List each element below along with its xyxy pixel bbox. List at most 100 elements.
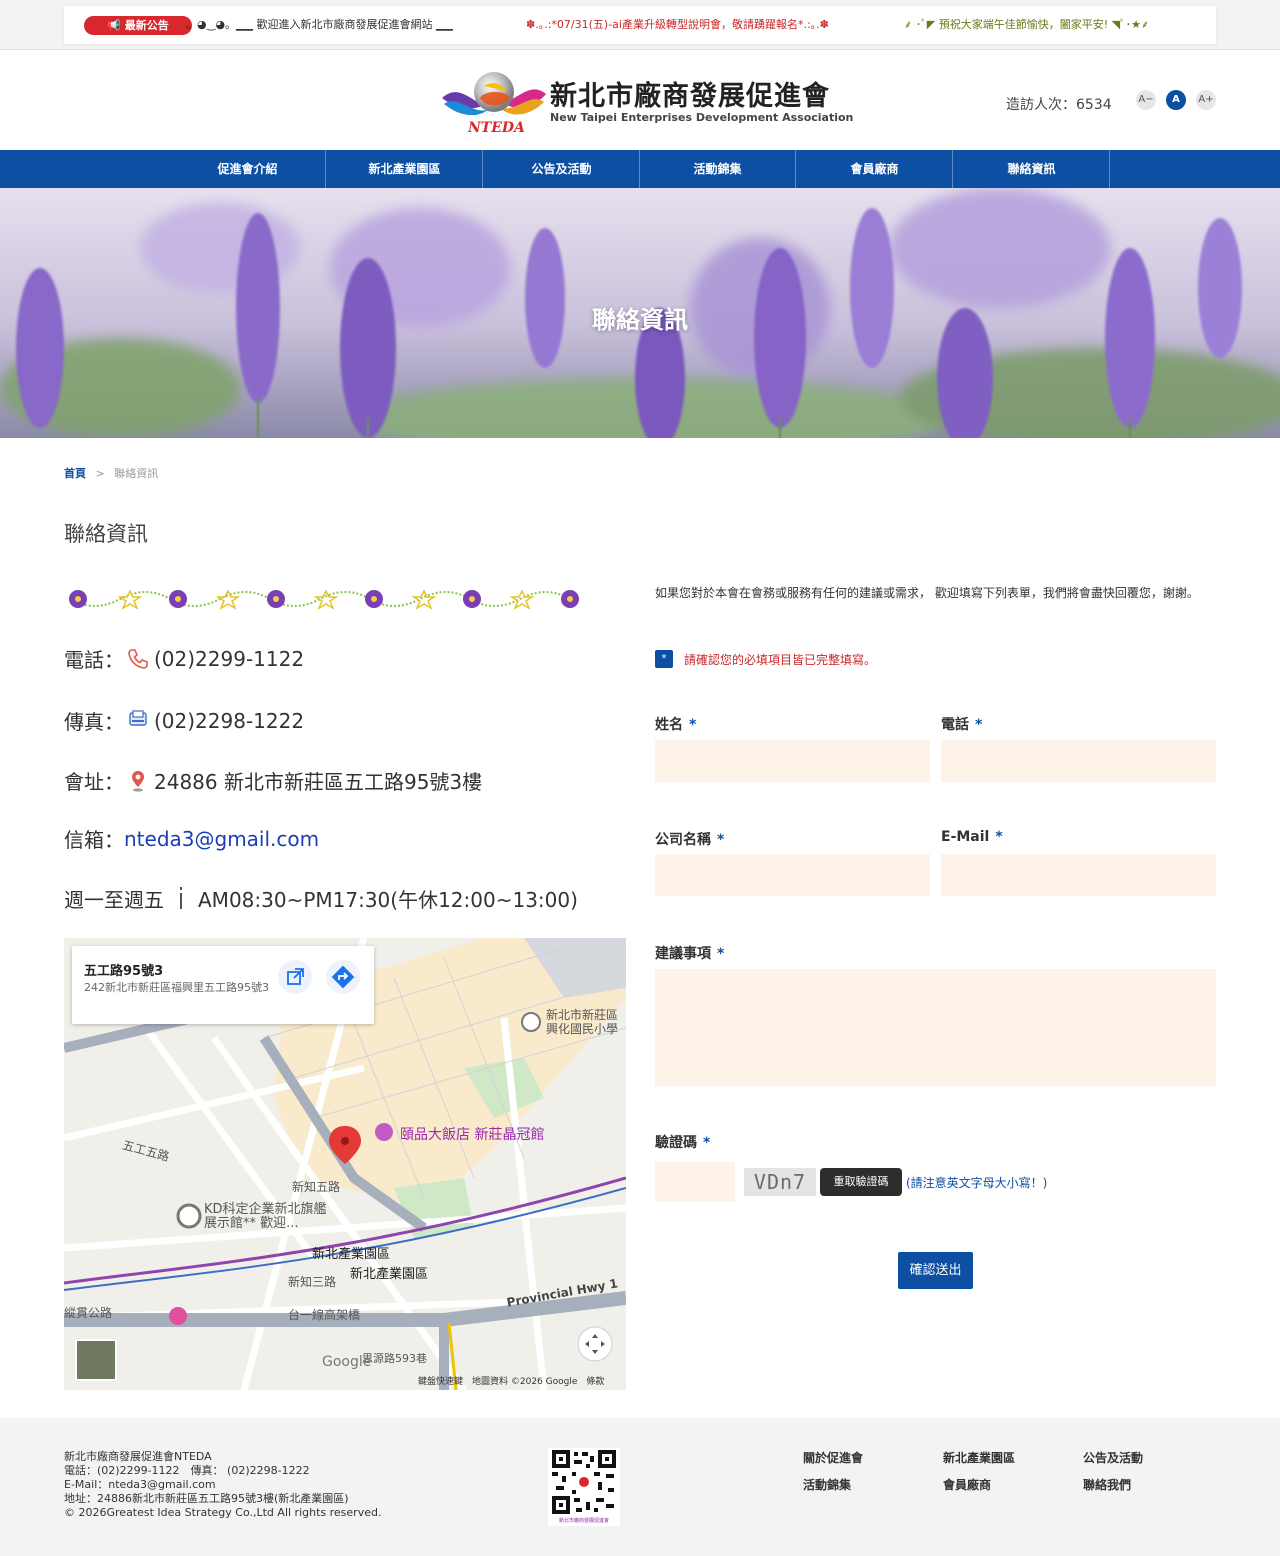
- map-pin-icon: [132, 770, 144, 792]
- qr-code-icon: [552, 1450, 616, 1514]
- address-label: 會址：: [64, 770, 124, 794]
- map-label-road: 縱貫公路: [64, 1306, 113, 1320]
- nav-item-industrial-park[interactable]: 新北產業園區: [327, 150, 483, 188]
- footer-org-name: 新北市廠商發展促進會NTEDA: [64, 1450, 212, 1463]
- banner-title: 聯絡資訊: [592, 306, 688, 334]
- breadcrumb-home-link[interactable]: 首頁: [64, 467, 86, 480]
- email-label: 信箱：: [64, 828, 124, 852]
- map-label-park: 新北產業園區: [312, 1247, 391, 1262]
- site-footer: 新北市廠商發展促進會NTEDA 電話：(02)2299-1122 傳真： (02…: [0, 1418, 1280, 1556]
- external-link-icon: [287, 968, 304, 985]
- form-intro: 如果您對於本會在會務或服務有任何的建議或需求， 歡迎填寫下列表單，我們將會盡快回…: [655, 586, 1199, 600]
- phone-input[interactable]: [941, 740, 1216, 782]
- nav-item-gallery[interactable]: 活動錦集: [640, 150, 796, 188]
- email-field-label: E-Mail *: [941, 829, 1003, 845]
- phone-label: 電話：: [64, 648, 124, 672]
- logo-emblem-icon: NTEDA: [442, 72, 546, 136]
- font-size-increase-button[interactable]: A+: [1196, 90, 1216, 110]
- name-label: 姓名 *: [655, 717, 697, 733]
- map-label-road: 新知五路: [292, 1180, 341, 1194]
- suggestion-textarea[interactable]: [655, 969, 1216, 1086]
- phone-number[interactable]: (02)2299-1122: [154, 647, 304, 671]
- announcement-item[interactable]: ✽.｡.:*07/31(五)-ai產業升級轉型說明會，敬請踴躍報名*.:｡.✽: [526, 17, 829, 33]
- site-logo[interactable]: NTEDA 新北市廠商發展促進會 New Taipei Enterprises …: [440, 64, 860, 140]
- map-label-park: 新北產業園區: [350, 1267, 429, 1282]
- map-info-card: 五工路95號3 242新北市新莊區福興里五工路95號3: [72, 946, 374, 1024]
- map-footer[interactable]: 鍵盤快速鍵 地圖資料 ©2026 Google 條款: [418, 1374, 604, 1387]
- submit-button[interactable]: 確認送出: [898, 1252, 973, 1289]
- poi-school-icon: [521, 1012, 541, 1032]
- page-banner: 聯絡資訊: [0, 188, 1280, 438]
- company-input[interactable]: [655, 854, 930, 896]
- captcha-input[interactable]: [655, 1162, 735, 1202]
- directions-button[interactable]: [326, 960, 360, 994]
- announcement-item[interactable]: 。◕‿◕。▁▁ 歡迎進入新北市廠商發展促進會網站 ▁▁: [186, 17, 453, 33]
- qr-caption: 新北市廠商發展促進會: [558, 1518, 609, 1524]
- announcement-item[interactable]: ⸙ ･ﾟ◤ 預祝大家端午佳節愉快，闔家平安! ◥ﾟ･★⸙: [904, 17, 1149, 33]
- google-logo: Google: [322, 1354, 372, 1370]
- footer-info: 新北市廠商發展促進會NTEDA 電話：(02)2299-1122 傳真： (02…: [64, 1450, 381, 1520]
- required-marker-icon: *: [655, 650, 673, 668]
- open-in-maps-button[interactable]: [278, 960, 312, 994]
- footer-copyright: © 2026Greatest Idea Strategy Co.,Ltd All…: [64, 1506, 382, 1519]
- footer-email: E-Mail：nteda3@gmail.com: [64, 1478, 216, 1491]
- main-nav: 促進會介紹 新北產業園區 公告及活動 活動錦集 會員廠商 聯絡資訊: [0, 150, 1280, 188]
- nav-item-members[interactable]: 會員廠商: [797, 150, 953, 188]
- footer-address: 地址：24886新北市新莊區五工路95號3樓(新北產業園區): [64, 1492, 349, 1505]
- nav-item-about[interactable]: 促進會介紹: [170, 150, 326, 188]
- poi-kd-icon: [176, 1203, 202, 1229]
- google-map[interactable]: 五工路95號3 242新北市新莊區福興里五工路95號3 五工五路 新知五路 新知…: [64, 938, 626, 1390]
- font-size-normal-button[interactable]: A: [1166, 90, 1186, 110]
- footer-link-industrial-park[interactable]: 新北產業園區: [943, 1449, 1015, 1466]
- site-subtitle: New Taipei Enterprises Development Assoc…: [550, 111, 854, 124]
- contact-fax-row: 傳真： (02)2298-1222: [64, 706, 304, 735]
- fax-label: 傳真：: [64, 710, 124, 734]
- nav-item-news-events[interactable]: 公告及活動: [484, 150, 640, 188]
- phone-field-label: 電話 *: [941, 717, 983, 733]
- font-size-decrease-button[interactable]: A−: [1136, 90, 1156, 110]
- map-card-address: 242新北市新莊區福興里五工路95號3: [84, 981, 269, 994]
- footer-link-contact[interactable]: 聯絡我們: [1083, 1476, 1131, 1493]
- map-label-kd[interactable]: KD科定企業新北旗艦展示館** 歡迎...: [204, 1203, 334, 1231]
- footer-phone-fax: 電話：(02)2299-1122 傳真： (02)2298-1222: [64, 1464, 310, 1477]
- contact-hours-row: 週一至週五 AM08:30~PM17:30(午休12:00~13:00): [64, 884, 578, 913]
- announcement-badge[interactable]: 📢 最新公告: [84, 16, 192, 35]
- hours-text: AM08:30~PM17:30(午休12:00~13:00): [198, 888, 578, 912]
- footer-link-gallery[interactable]: 活動錦集: [803, 1476, 851, 1493]
- refresh-captcha-button[interactable]: 重取驗證碼: [820, 1168, 902, 1196]
- site-title: 新北市廠商發展促進會: [550, 81, 830, 112]
- qr-code: 新北市廠商發展促進會: [548, 1448, 620, 1526]
- announcement-strip: 📢 最新公告 。◕‿◕。▁▁ 歡迎進入新北市廠商發展促進會網站 ▁▁ ✽.｡.:…: [0, 0, 1280, 50]
- map-label-road: 台一線高架橋: [288, 1308, 361, 1322]
- flower-garland-decoration: [69, 589, 579, 610]
- warning-text: 請確認您的必填項目皆已完整填寫。: [684, 652, 877, 667]
- email-input[interactable]: [941, 854, 1216, 896]
- fax-icon: [129, 709, 147, 726]
- suggestion-label: 建議事項 *: [655, 946, 725, 962]
- directions-icon: [331, 965, 355, 989]
- footer-link-members[interactable]: 會員廠商: [943, 1476, 991, 1493]
- name-input[interactable]: [655, 740, 930, 782]
- phone-icon: [128, 648, 148, 669]
- email-link[interactable]: nteda3@gmail.com: [124, 827, 319, 851]
- poi-pink-icon: [169, 1307, 187, 1325]
- fax-number: (02)2298-1222: [154, 708, 305, 733]
- breadcrumb: 首頁 > 聯絡資訊: [64, 465, 158, 481]
- map-card-title: 五工路95號3: [84, 964, 164, 979]
- captcha-note: (請注意英文字母大小寫！): [906, 1176, 1048, 1190]
- map-label-hotel[interactable]: 頤品大飯店 新莊晶冠館: [400, 1124, 544, 1144]
- map-label-road: 思源路593巷: [362, 1352, 427, 1365]
- footer-link-about[interactable]: 關於促進會: [803, 1449, 863, 1466]
- announcement-bar: 📢 最新公告 。◕‿◕。▁▁ 歡迎進入新北市廠商發展促進會網站 ▁▁ ✽.｡.:…: [64, 6, 1216, 44]
- breadcrumb-separator: >: [95, 467, 105, 480]
- footer-link-news-events[interactable]: 公告及活動: [1083, 1449, 1143, 1466]
- visitor-counter: 造訪人次：6534: [1006, 97, 1112, 113]
- address-text: 24886 新北市新莊區五工路95號3樓: [154, 770, 483, 794]
- contact-phone-row: 電話： (02)2299-1122: [64, 644, 304, 673]
- page-title: 聯絡資訊: [64, 522, 148, 546]
- captcha-label: 驗證碼 *: [655, 1135, 711, 1151]
- nav-item-contact[interactable]: 聯絡資訊: [954, 150, 1110, 188]
- breadcrumb-current: 聯絡資訊: [114, 467, 159, 480]
- map-label-school[interactable]: 新北市新莊區興化國民小學: [546, 1008, 626, 1036]
- hours-label: 週一至週五: [64, 888, 164, 912]
